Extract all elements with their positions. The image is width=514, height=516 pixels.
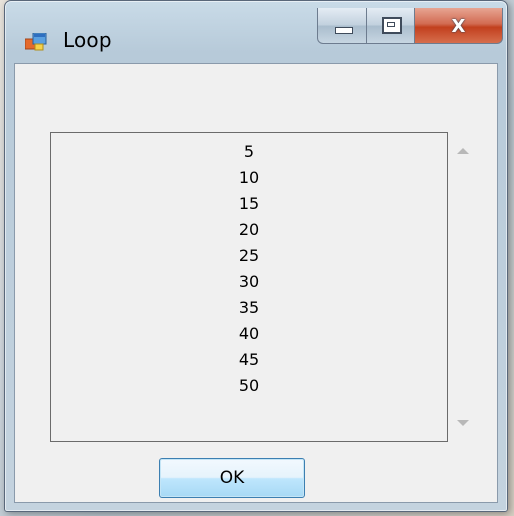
app-icon	[25, 33, 47, 51]
list-item[interactable]: 15	[51, 191, 447, 217]
minimize-icon	[335, 27, 353, 34]
listbox-scrollbar[interactable]	[453, 132, 477, 442]
list-item[interactable]: 50	[51, 373, 447, 399]
list-item[interactable]: 45	[51, 347, 447, 373]
maximize-icon	[382, 17, 402, 34]
list-item[interactable]: 10	[51, 165, 447, 191]
list-item[interactable]: 35	[51, 295, 447, 321]
list-item[interactable]: 30	[51, 269, 447, 295]
list-item[interactable]: 40	[51, 321, 447, 347]
list-item[interactable]: 25	[51, 243, 447, 269]
client-area: 5 10 15 20 25 30 35 40 45 50 OK	[14, 63, 498, 503]
maximize-button[interactable]	[367, 8, 415, 44]
scroll-down-arrow-icon[interactable]	[457, 420, 469, 426]
scroll-up-arrow-icon[interactable]	[457, 148, 469, 154]
window-title: Loop	[63, 28, 112, 52]
listbox-items: 5 10 15 20 25 30 35 40 45 50	[51, 139, 447, 399]
close-button[interactable]: X	[415, 8, 503, 44]
ok-button[interactable]: OK	[159, 458, 305, 498]
title-bar[interactable]: Loop X	[5, 1, 507, 63]
app-window: Loop X 5 10 15 20 25 30 35 40 45 50 OK	[4, 0, 508, 512]
list-item[interactable]: 20	[51, 217, 447, 243]
list-item[interactable]: 5	[51, 139, 447, 165]
numbers-listbox[interactable]: 5 10 15 20 25 30 35 40 45 50	[50, 132, 448, 442]
close-icon: X	[451, 16, 466, 37]
minimize-button[interactable]	[317, 8, 367, 44]
